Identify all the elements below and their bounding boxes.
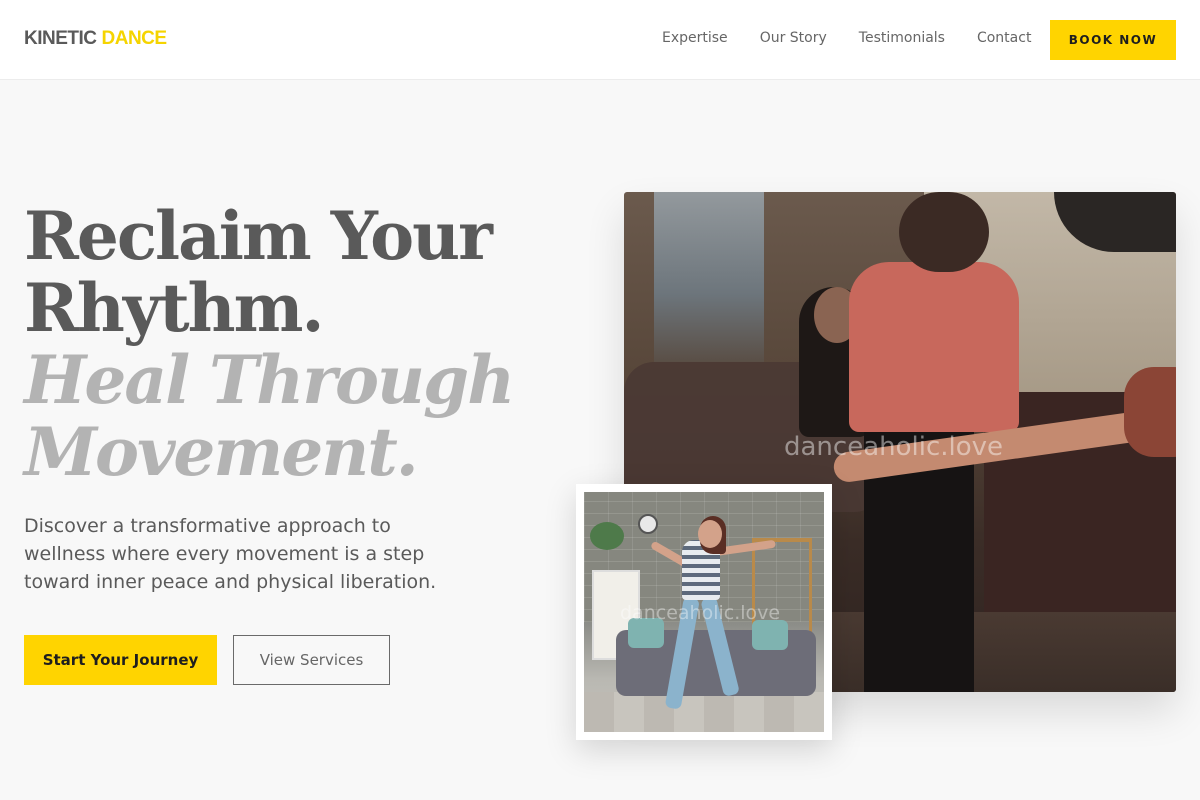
- solo-dancer-photo: danceaholic.love: [584, 492, 824, 732]
- nav-link-contact[interactable]: Contact: [977, 30, 1031, 46]
- photo-watermark: danceaholic.love: [784, 432, 1004, 462]
- photo-clock: [638, 514, 658, 534]
- logo-word-kinetic: KINETIC: [24, 28, 97, 49]
- start-journey-button[interactable]: Start Your Journey: [24, 635, 217, 685]
- hero-description: Discover a transformative approach to we…: [24, 515, 437, 593]
- photo-dancer-head: [899, 192, 989, 272]
- headline-line-3: Heal Through: [24, 341, 515, 419]
- logo-word-dance: DANCE: [101, 28, 168, 49]
- photo-plant: [590, 522, 624, 550]
- nav-link-expertise[interactable]: Expertise: [662, 30, 728, 46]
- hero-headline: Reclaim Your Rhythm. Heal Through Moveme…: [24, 197, 515, 491]
- headline-line-4: Movement.: [24, 413, 419, 491]
- book-now-button[interactable]: BOOK NOW: [1050, 20, 1176, 60]
- photo-wood-floor: [584, 692, 824, 732]
- photo-watermark: danceaholic.love: [620, 602, 781, 624]
- logo[interactable]: KINETIC DANCE: [24, 28, 167, 50]
- photo-pillow: [752, 620, 788, 650]
- photo-dancer-shirt: [849, 262, 1019, 432]
- photo-dancer-head: [698, 520, 722, 548]
- headline-line-1: Reclaim Your: [24, 197, 493, 275]
- photo-window: [654, 192, 764, 362]
- nav-link-testimonials[interactable]: Testimonials: [859, 30, 945, 46]
- nav-link-our-story[interactable]: Our Story: [760, 30, 827, 46]
- main-nav: Expertise Our Story Testimonials Contact: [662, 30, 1063, 46]
- site-header: KINETIC DANCE Expertise Our Story Testimo…: [0, 0, 1200, 80]
- solo-dancer-photo-frame: danceaholic.love: [576, 484, 832, 740]
- view-services-button[interactable]: View Services: [233, 635, 390, 685]
- headline-line-2: Rhythm.: [24, 269, 324, 347]
- photo-partner-sleeve: [1124, 367, 1176, 457]
